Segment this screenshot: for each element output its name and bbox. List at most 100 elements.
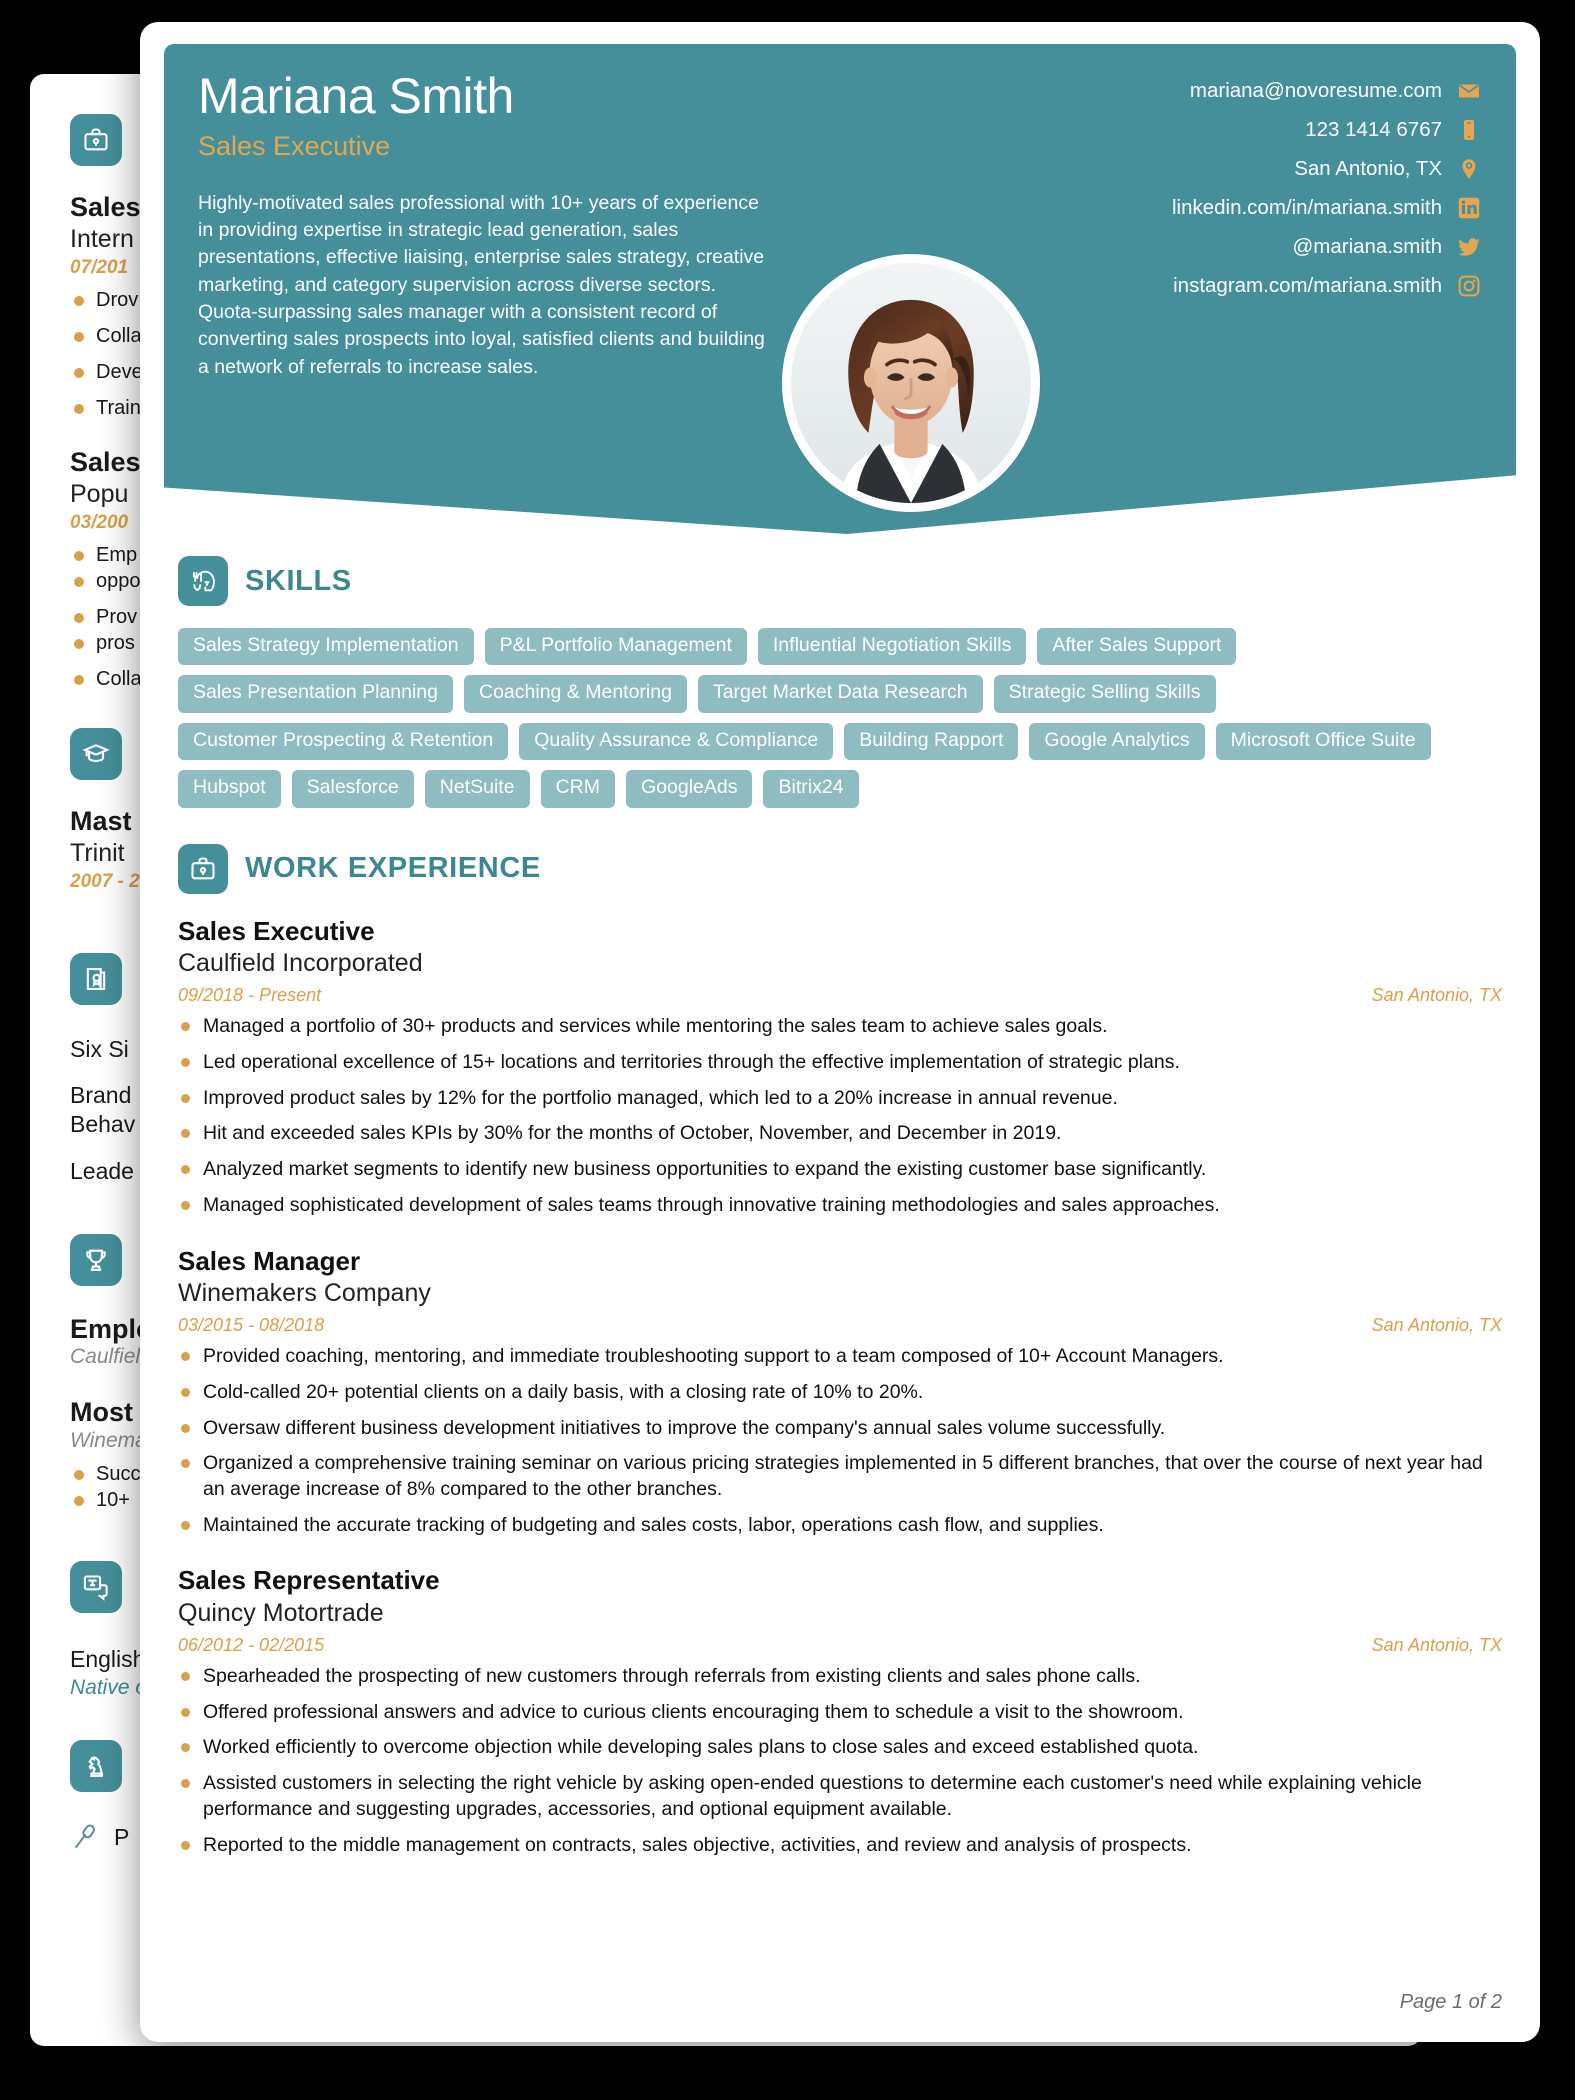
linkedin-icon: [1456, 195, 1482, 221]
section-label-work-experience: WORK EXPERIENCE: [245, 852, 541, 885]
skill-tag[interactable]: Sales Presentation Planning: [178, 675, 453, 713]
skill-tag[interactable]: Target Market Data Research: [697, 675, 983, 713]
contact-row-location[interactable]: San Antonio, TX: [1082, 156, 1482, 182]
section-header-work-experience: WORK EXPERIENCE: [178, 843, 1502, 894]
page-title: Mariana Smith: [198, 68, 514, 124]
skill-tag[interactable]: GoogleAds: [626, 770, 753, 808]
list-item: Worked efficiently to overcome objection…: [178, 1735, 1502, 1761]
contact-phone-text: 123 1414 6767: [1305, 118, 1442, 141]
contact-twitter-text: @mariana.smith: [1292, 235, 1442, 258]
contact-linkedin-text: linkedin.com/in/mariana.smith: [1171, 196, 1442, 219]
contact-row-email[interactable]: mariana@novoresume.com: [1082, 78, 1482, 104]
list-item: Improved product sales by 12% for the po…: [178, 1086, 1502, 1112]
section-label-skills: SKILLS: [245, 564, 352, 597]
contact-email-text: mariana@novoresume.com: [1189, 79, 1442, 102]
email-icon: [1456, 78, 1482, 104]
instagram-icon: [1456, 273, 1482, 299]
screenshot-root: Sales Intern 07/201 Drov Colla Deve Trai…: [0, 0, 1575, 2100]
job-bullet-list: Provided coaching, mentoring, and immedi…: [178, 1344, 1502, 1538]
skill-tag[interactable]: Google Analytics: [1029, 722, 1205, 761]
certificate-icon: [70, 952, 122, 1005]
list-item: Maintained the accurate tracking of budg…: [178, 1513, 1502, 1539]
work-experience-entry: Sales Representative Quincy Motortrade 0…: [178, 1565, 1502, 1858]
resume-body: SKILLS Sales Strategy Implementation P&L…: [140, 556, 1540, 1858]
contact-row-linkedin[interactable]: linkedin.com/in/mariana.smith: [1082, 195, 1482, 221]
briefcase-icon: [70, 114, 122, 166]
chess-knight-icon: [70, 1740, 122, 1793]
job-bullet-list: Managed a portfolio of 30+ products and …: [178, 1014, 1502, 1218]
resume-header: Mariana Smith Sales Executive Highly-mot…: [164, 44, 1516, 534]
skill-tag[interactable]: CRM: [540, 770, 615, 808]
list-item: Analyzed market segments to identify new…: [178, 1157, 1502, 1183]
job-company: Winemakers Company: [178, 1278, 431, 1307]
skills-tag-list: Sales Strategy Implementation P&L Portfo…: [178, 628, 1502, 808]
skill-tag[interactable]: Bitrix24: [763, 770, 859, 808]
contact-location-text: San Antonio, TX: [1294, 157, 1442, 180]
job-date: 09/2018 - Present: [178, 985, 322, 1006]
job-company: Quincy Motortrade: [178, 1598, 384, 1627]
languages-icon: [70, 1561, 122, 1614]
job-location: San Antonio, TX: [1371, 985, 1502, 1006]
header-left-column: Mariana Smith Sales Executive Highly-mot…: [198, 70, 773, 381]
job-position: Sales Executive: [178, 915, 375, 946]
briefcase-icon: [178, 843, 228, 894]
list-item: Managed sophisticated development of sal…: [178, 1193, 1502, 1219]
list-item: Spearheaded the prospecting of new custo…: [178, 1664, 1502, 1690]
location-pin-icon: [1456, 156, 1482, 182]
contact-list: mariana@novoresume.com 123 1414 6767 San…: [1082, 70, 1482, 381]
list-item: Offered professional answers and advice …: [178, 1700, 1502, 1726]
work-experience-entry: Sales Manager Winemakers Company 03/2015…: [178, 1246, 1502, 1539]
list-item: Provided coaching, mentoring, and immedi…: [178, 1344, 1502, 1370]
job-meta: 09/2018 - Present San Antonio, TX: [178, 985, 1502, 1006]
job-position: Sales Manager: [178, 1245, 361, 1276]
contact-instagram-text: instagram.com/mariana.smith: [1173, 274, 1442, 297]
work-experience-entry: Sales Executive Caulfield Incorporated 0…: [178, 916, 1502, 1219]
job-date: 03/2015 - 08/2018: [178, 1315, 325, 1336]
job-position: Sales Representative: [178, 1565, 440, 1596]
skill-tag[interactable]: Influential Negotiation Skills: [757, 628, 1027, 666]
trophy-icon: [70, 1233, 122, 1286]
job-location: San Antonio, TX: [1371, 1634, 1502, 1655]
header-job-title: Sales Executive: [198, 130, 391, 161]
list-item: Hit and exceeded sales KPIs by 30% for t…: [178, 1121, 1502, 1147]
skill-tag[interactable]: P&L Portfolio Management: [484, 628, 747, 666]
skill-tag[interactable]: Salesforce: [291, 770, 414, 808]
job-meta: 03/2015 - 08/2018 San Antonio, TX: [178, 1315, 1502, 1336]
twitter-icon: [1456, 234, 1482, 260]
skill-tag[interactable]: Strategic Selling Skills: [993, 675, 1216, 713]
skill-tag[interactable]: Hubspot: [178, 770, 281, 808]
skill-tag[interactable]: Customer Prospecting & Retention: [178, 722, 509, 761]
skills-head-tools-icon: [178, 556, 228, 606]
page2-interest-label: P: [114, 1823, 130, 1850]
skill-tag[interactable]: After Sales Support: [1037, 628, 1237, 666]
list-item: Reported to the middle management on con…: [178, 1833, 1502, 1859]
skill-tag[interactable]: NetSuite: [424, 770, 530, 808]
list-item: Cold-called 20+ potential clients on a d…: [178, 1380, 1502, 1406]
job-meta: 06/2012 - 02/2015 San Antonio, TX: [178, 1635, 1502, 1656]
list-item: Managed a portfolio of 30+ products and …: [178, 1014, 1502, 1040]
contact-row-phone[interactable]: 123 1414 6767: [1082, 117, 1482, 143]
list-item: Oversaw different business development i…: [178, 1416, 1502, 1442]
graduation-cap-icon: [70, 727, 122, 780]
phone-icon: [1456, 117, 1482, 143]
contact-row-instagram[interactable]: instagram.com/mariana.smith: [1082, 273, 1482, 299]
skill-tag[interactable]: Microsoft Office Suite: [1215, 722, 1431, 761]
job-company: Caulfield Incorporated: [178, 948, 423, 977]
contact-row-twitter[interactable]: @mariana.smith: [1082, 234, 1482, 260]
list-item: Assisted customers in selecting the righ…: [178, 1771, 1502, 1822]
header-summary: Highly-motivated sales professional with…: [198, 191, 765, 378]
resume-page-1: Mariana Smith Sales Executive Highly-mot…: [140, 22, 1540, 2042]
job-bullet-list: Spearheaded the prospecting of new custo…: [178, 1664, 1502, 1858]
job-date: 06/2012 - 02/2015: [178, 1634, 325, 1655]
section-header-skills: SKILLS: [178, 556, 1502, 606]
job-location: San Antonio, TX: [1371, 1315, 1502, 1336]
skill-tag[interactable]: Quality Assurance & Compliance: [519, 722, 834, 761]
skill-tag[interactable]: Building Rapport: [844, 722, 1019, 761]
microphone-icon: [70, 1822, 100, 1852]
list-item: Organized a comprehensive training semin…: [178, 1451, 1502, 1502]
skill-tag[interactable]: Coaching & Mentoring: [464, 675, 687, 713]
list-item: Led operational excellence of 15+ locati…: [178, 1050, 1502, 1076]
page-1-footer: Page 1 of 2: [1399, 1991, 1502, 2013]
avatar: [782, 254, 1040, 512]
skill-tag[interactable]: Sales Strategy Implementation: [178, 628, 474, 666]
